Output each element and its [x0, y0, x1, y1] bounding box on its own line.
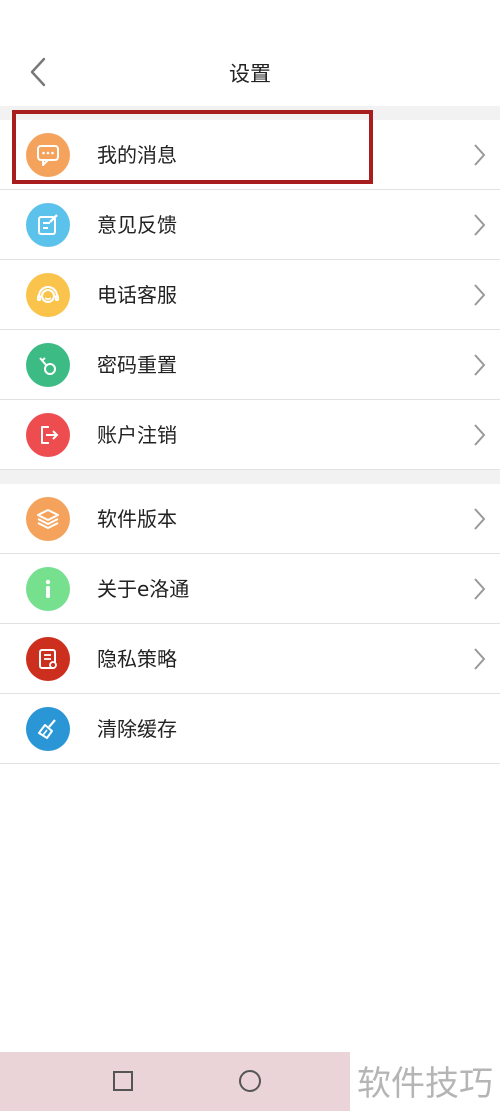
layers-icon	[26, 497, 70, 541]
edit-note-icon	[26, 203, 70, 247]
menu-item-account-cancel[interactable]: 账户注销	[0, 400, 500, 470]
menu-item-label: 软件版本	[97, 507, 177, 531]
chevron-right-icon	[474, 284, 486, 306]
chevron-right-icon	[474, 508, 486, 530]
menu-item-label: 账户注销	[97, 423, 177, 447]
menu-item-phone-support[interactable]: 电话客服	[0, 260, 500, 330]
certificate-icon	[26, 637, 70, 681]
watermark: 软件技巧	[350, 1050, 500, 1111]
headset-agent-icon	[26, 273, 70, 317]
home-circle-icon[interactable]	[239, 1070, 261, 1092]
menu-item-label: 意见反馈	[97, 213, 177, 237]
section-divider	[0, 470, 500, 484]
menu-item-clear-cache[interactable]: 清除缓存	[0, 694, 500, 764]
page-title: 设置	[229, 62, 271, 86]
menu-item-password-reset[interactable]: 密码重置	[0, 330, 500, 400]
chevron-right-icon	[474, 424, 486, 446]
menu-item-about[interactable]: 关于e洛通	[0, 554, 500, 624]
menu-item-messages[interactable]: 我的消息	[0, 120, 500, 190]
menu-item-privacy-policy[interactable]: 隐私策略	[0, 624, 500, 694]
chevron-right-icon	[474, 648, 486, 670]
chevron-right-icon	[474, 354, 486, 376]
menu-item-label: 电话客服	[97, 283, 177, 307]
menu-item-label: 密码重置	[97, 353, 177, 377]
broom-icon	[26, 707, 70, 751]
menu-item-label: 我的消息	[97, 143, 177, 167]
chevron-right-icon	[474, 578, 486, 600]
info-icon	[26, 567, 70, 611]
menu-item-software-version[interactable]: 软件版本	[0, 484, 500, 554]
menu-item-label: 隐私策略	[97, 647, 177, 671]
section-divider	[0, 106, 500, 120]
chevron-right-icon	[474, 144, 486, 166]
app-header: 设置	[0, 0, 500, 106]
menu-item-label: 关于e洛通	[97, 577, 190, 601]
logout-icon	[26, 413, 70, 457]
key-icon	[26, 343, 70, 387]
menu-item-feedback[interactable]: 意见反馈	[0, 190, 500, 260]
menu-item-label: 清除缓存	[97, 717, 177, 741]
recents-square-icon[interactable]	[113, 1071, 133, 1091]
chat-bubble-icon	[26, 133, 70, 177]
system-nav-bar	[0, 1052, 350, 1111]
chevron-right-icon	[474, 214, 486, 236]
